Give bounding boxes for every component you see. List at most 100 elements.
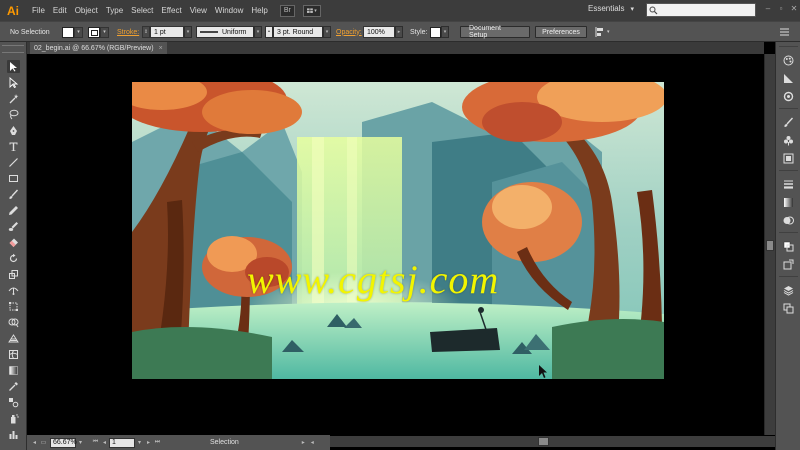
minimize-button[interactable]: – (763, 4, 773, 14)
menu-type[interactable]: Type (102, 6, 127, 15)
menu-help[interactable]: Help (247, 6, 271, 15)
menu-window[interactable]: Window (211, 6, 247, 15)
stroke-swatch[interactable] (88, 26, 100, 38)
chevron-down-icon[interactable]: ▾ (100, 26, 109, 38)
color-guide-panel-icon[interactable] (782, 72, 795, 85)
close-window-button[interactable]: ✕ (789, 4, 799, 14)
document-tab[interactable]: 02_begin.ai @ 66.67% (RGB/Preview) × (30, 42, 167, 54)
chevron-down-icon[interactable]: ▾ (76, 438, 85, 448)
opacity-link[interactable]: Opacity: (336, 29, 362, 36)
pen-tool[interactable] (7, 124, 20, 137)
variable-width-profile[interactable]: Uniform ▾ (196, 26, 262, 38)
eyedropper-tool[interactable] (7, 380, 20, 393)
arrange-documents-button[interactable]: ▾ (302, 4, 321, 17)
graphic-style-swatch[interactable] (430, 26, 441, 38)
artboard-number-input[interactable]: 1 (109, 437, 135, 448)
previous-artboard-icon[interactable]: ◂ (100, 438, 109, 448)
status-menu-icon[interactable]: ▸ (299, 438, 308, 448)
blob-brush-tool[interactable] (7, 220, 20, 233)
menu-edit[interactable]: Edit (49, 6, 71, 15)
rectangle-tool[interactable] (7, 172, 20, 185)
width-tool[interactable] (7, 284, 20, 297)
stroke-label[interactable]: Stroke: (117, 26, 139, 38)
brush-dropdown[interactable]: 3 pt. Round (273, 26, 323, 38)
brush-definition[interactable]: • 3 pt. Round ▾ (265, 26, 331, 38)
fill-swatch[interactable] (62, 26, 74, 38)
gradient-panel-icon[interactable] (782, 196, 795, 209)
type-tool[interactable] (7, 140, 20, 153)
variable-width-dropdown[interactable]: Uniform (196, 26, 254, 38)
stroke-weight-input[interactable]: 1 pt (150, 26, 184, 38)
arrange-menu[interactable]: ▾ (595, 26, 610, 38)
artboards-panel-icon[interactable] (782, 302, 795, 315)
workspace-switcher[interactable]: Essentials ▾ (588, 4, 634, 13)
first-artboard-icon[interactable]: ⏮ (91, 438, 100, 448)
eraser-tool[interactable] (7, 236, 20, 249)
bridge-button[interactable]: Br (279, 4, 295, 17)
zoom-input[interactable]: 66.67% (50, 437, 77, 448)
opacity-label[interactable]: Opacity: (336, 26, 362, 38)
stroke-link[interactable]: Stroke: (117, 29, 139, 36)
chevron-right-icon[interactable]: ▸ (395, 26, 403, 38)
last-artboard-icon[interactable]: ⏭ (153, 438, 162, 448)
graphic-styles-panel-icon[interactable] (782, 152, 795, 165)
next-artboard-icon[interactable]: ▸ (144, 438, 153, 448)
blend-tool[interactable] (7, 396, 20, 409)
selection-tool[interactable] (7, 60, 20, 73)
color-swatch-panel-icon[interactable] (782, 240, 795, 253)
opacity-input[interactable]: 100% (363, 26, 395, 38)
shape-builder-tool[interactable] (7, 316, 20, 329)
lasso-tool[interactable] (7, 108, 20, 121)
gradient-tool[interactable] (7, 364, 20, 377)
free-transform-tool[interactable] (7, 300, 20, 313)
scale-tool[interactable] (7, 268, 20, 281)
vertical-scrollbar[interactable] (764, 54, 775, 435)
opacity-control[interactable]: 100% ▸ (363, 26, 403, 38)
chevron-down-icon[interactable]: ▾ (441, 26, 449, 38)
chevron-down-icon[interactable]: ▾ (74, 26, 83, 38)
chevron-down-icon[interactable]: ▾ (323, 26, 331, 38)
line-segment-tool[interactable] (7, 156, 20, 169)
panel-menu-button[interactable] (780, 26, 789, 38)
preferences-button[interactable]: Preferences (535, 26, 587, 38)
menu-object[interactable]: Object (71, 6, 102, 15)
magic-wand-tool[interactable] (7, 92, 20, 105)
perspective-grid-tool[interactable] (7, 332, 20, 345)
symbols-panel-icon[interactable] (782, 134, 795, 147)
stroke-swatch-group[interactable]: ▾ (88, 26, 109, 38)
color-panel-icon[interactable] (782, 54, 795, 67)
stroke-panel-icon[interactable] (782, 178, 795, 191)
style-control[interactable]: ▾ (430, 26, 449, 38)
menu-select[interactable]: Select (127, 6, 157, 15)
appearance-panel-icon[interactable] (782, 90, 795, 103)
brushes-panel-icon[interactable] (782, 116, 795, 129)
chevron-down-icon[interactable]: ▾ (184, 26, 192, 38)
direct-selection-tool[interactable] (7, 76, 20, 89)
fill-swatch-group[interactable]: ▾ (62, 26, 83, 38)
maximize-button[interactable]: ▫ (776, 4, 786, 14)
rotate-tool[interactable] (7, 252, 20, 265)
menu-effect[interactable]: Effect (157, 6, 185, 15)
stepper-arrows-icon[interactable]: ⇕ (142, 26, 150, 38)
menu-file[interactable]: File (28, 6, 49, 15)
vertical-scroll-thumb[interactable] (766, 240, 774, 251)
mesh-tool[interactable] (7, 348, 20, 361)
artboard[interactable] (132, 82, 664, 379)
transform-panel-icon[interactable] (782, 258, 795, 271)
horizontal-scrollbar[interactable] (330, 436, 764, 447)
search-field[interactable] (646, 3, 756, 17)
horizontal-scroll-thumb[interactable] (538, 437, 549, 446)
symbol-sprayer-tool[interactable] (7, 412, 20, 425)
paintbrush-tool[interactable] (7, 188, 20, 201)
scroll-left-icon[interactable]: ◂ (30, 438, 39, 448)
column-graph-tool[interactable] (7, 428, 20, 441)
panel-grip[interactable] (2, 45, 24, 53)
canvas-area[interactable]: www.cgtsj.com (27, 54, 764, 435)
scroll-left-arrow-icon[interactable]: ◂ (308, 438, 317, 448)
chevron-down-icon[interactable]: ▾ (135, 438, 144, 448)
close-icon[interactable]: × (159, 45, 163, 52)
chevron-down-icon[interactable]: ▾ (254, 26, 262, 38)
stroke-weight-control[interactable]: ⇕ 1 pt ▾ (142, 26, 192, 38)
layers-panel-icon[interactable] (782, 284, 795, 297)
transparency-panel-icon[interactable] (782, 214, 795, 227)
